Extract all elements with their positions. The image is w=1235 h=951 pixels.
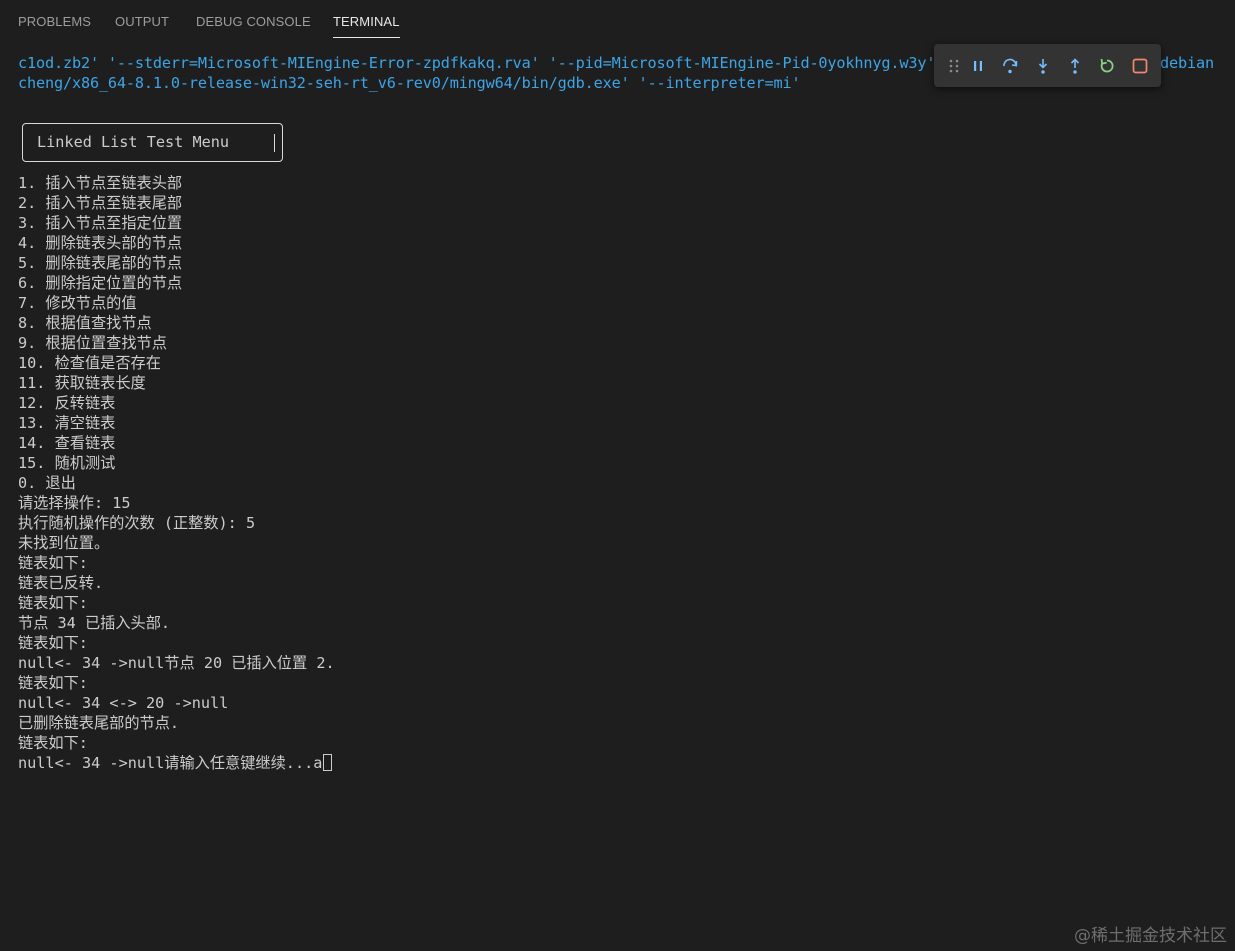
terminal-cursor (323, 754, 333, 771)
terminal-command-line-1: c1od.zb2' '--stderr=Microsoft-MIEngine-E… (18, 54, 936, 72)
terminal-output-line: 7. 修改节点的值 (18, 294, 137, 312)
terminal-output-line: 12. 反转链表 (18, 394, 116, 412)
restart-icon[interactable] (1094, 53, 1120, 79)
terminal-output-line: 4. 删除链表头部的节点 (18, 234, 183, 252)
terminal-output-line: 8. 根据值查找节点 (18, 314, 152, 332)
step-out-icon[interactable] (1062, 53, 1088, 79)
terminal-output-line: 2. 插入节点至链表尾部 (18, 194, 183, 212)
terminal-output-line: 13. 清空链表 (18, 414, 116, 432)
terminal-output-line: 1. 插入节点至链表头部 (18, 174, 183, 192)
terminal-output-line: 11. 获取链表长度 (18, 374, 146, 392)
terminal-output-line: null<- 34 <-> 20 ->null (18, 694, 229, 712)
terminal-output-line: 节点 34 已插入头部. (18, 614, 171, 632)
terminal-output-line: 未找到位置。 (18, 534, 110, 552)
terminal-command-line-2: cheng/x86_64-8.1.0-release-win32-seh-rt_… (18, 74, 801, 92)
terminal-output-line: 链表如下: (18, 554, 88, 572)
tab-problems[interactable]: PROBLEMS (18, 14, 91, 38)
terminal-output-line: 已删除链表尾部的节点. (18, 714, 180, 732)
panel-tab-bar: PROBLEMS OUTPUT DEBUG CONSOLE TERMINAL (0, 0, 1235, 44)
terminal-output-line: 链表已反转. (18, 574, 104, 592)
menu-title: Linked List Test Menu (37, 133, 230, 151)
stop-icon[interactable] (1127, 53, 1153, 79)
pause-icon[interactable] (965, 53, 991, 79)
terminal-output-line: 链表如下: (18, 674, 88, 692)
terminal-output-line: 15. 随机测试 (18, 454, 116, 472)
terminal-output-line: 请选择操作: 15 (18, 494, 131, 512)
terminal-command-line-1-tail: debian (1160, 54, 1214, 72)
watermark: @稀土掘金技术社区 (1074, 926, 1227, 946)
terminal-output-line: 链表如下: (18, 734, 88, 752)
menu-box-divider (274, 134, 275, 152)
terminal-output-line: 9. 根据位置查找节点 (18, 334, 167, 352)
terminal-output-line: 执行随机操作的次数 (正整数): 5 (18, 514, 256, 532)
terminal-output-line: 链表如下: (18, 594, 88, 612)
terminal-output-line: 14. 查看链表 (18, 434, 116, 452)
terminal-output-line: 链表如下: (18, 634, 88, 652)
terminal-output-line: 5. 删除链表尾部的节点 (18, 254, 183, 272)
terminal-output-line: 3. 插入节点至指定位置 (18, 214, 183, 232)
step-over-icon[interactable] (997, 53, 1023, 79)
tab-terminal[interactable]: TERMINAL (333, 14, 400, 38)
terminal-output-line: null<- 34 ->null节点 20 已插入位置 2. (18, 654, 335, 672)
tab-output[interactable]: OUTPUT (115, 14, 169, 38)
terminal-output-line: 10. 检查值是否存在 (18, 354, 161, 372)
terminal-output-line: 0. 退出 (18, 474, 76, 492)
menu-title-box: Linked List Test Menu (22, 123, 283, 162)
step-into-icon[interactable] (1030, 53, 1056, 79)
drag-handle-icon[interactable] (941, 53, 967, 79)
debug-toolbar (934, 44, 1161, 87)
terminal-output-line: null<- 34 ->null请输入任意键继续...a (18, 753, 333, 773)
terminal-output-line: 6. 删除指定位置的节点 (18, 274, 183, 292)
tab-debug-console[interactable]: DEBUG CONSOLE (196, 14, 311, 38)
